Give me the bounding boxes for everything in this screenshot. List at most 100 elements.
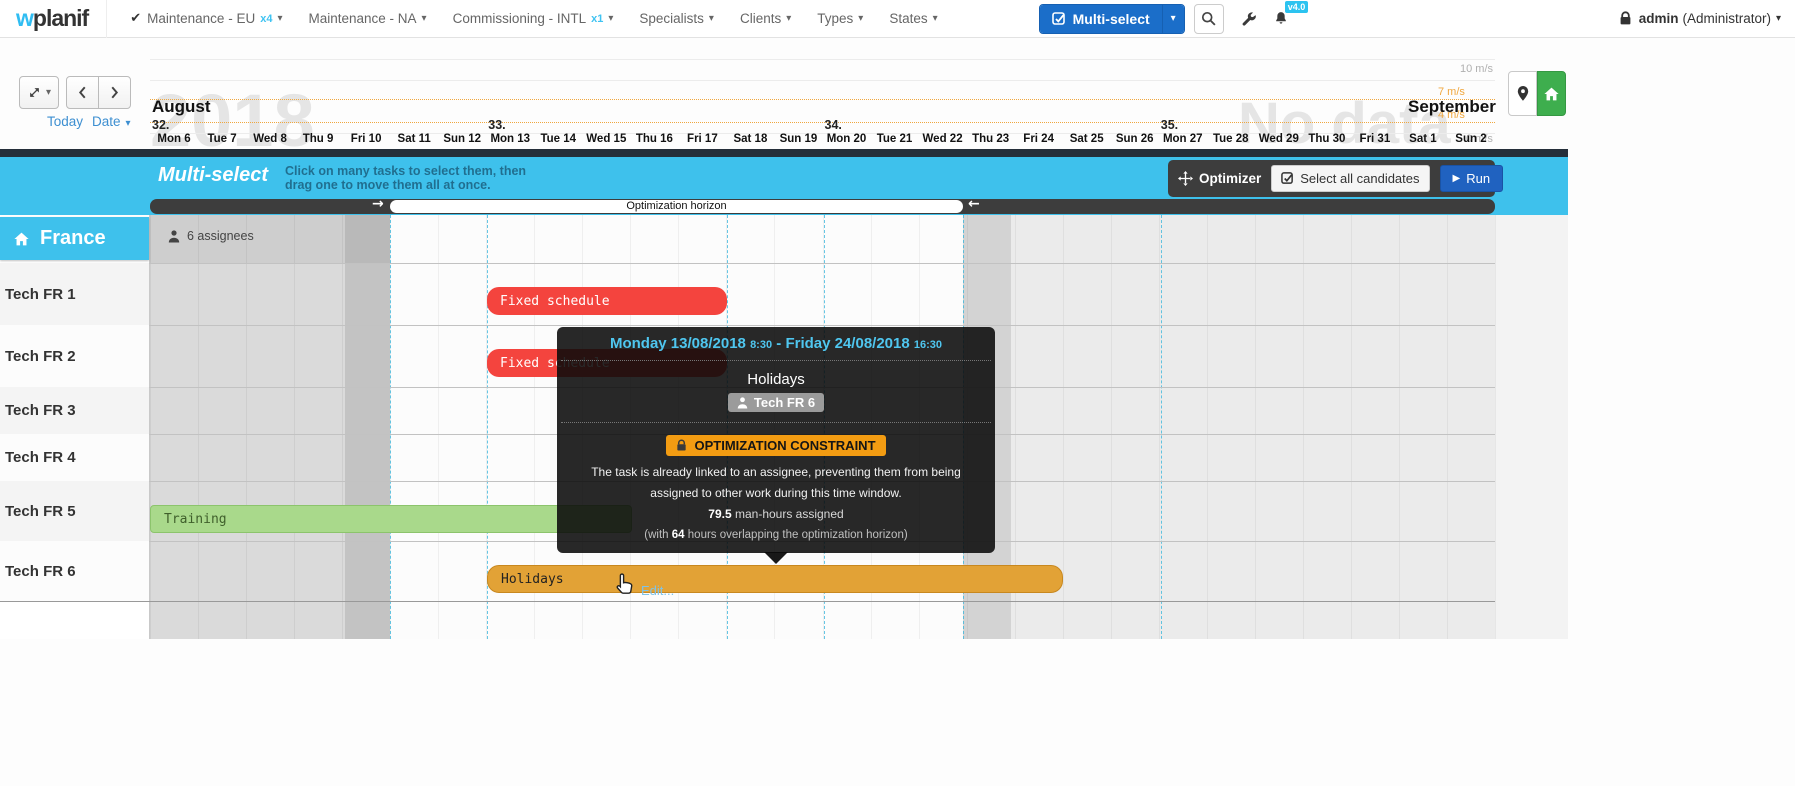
chevron-right-icon	[108, 85, 121, 100]
group-name: France	[40, 227, 106, 250]
optimization-constraint-badge: OPTIMIZATION CONSTRAINT	[666, 435, 885, 456]
search-icon	[1200, 10, 1217, 27]
day-header: Thu 16	[630, 133, 678, 145]
wind-speed-label: 10 m/s	[1460, 63, 1493, 75]
task-fixed-schedule[interactable]: Fixed schedule	[487, 287, 727, 315]
user-menu[interactable]: admin (Administrator) ▾	[1619, 11, 1781, 26]
task-holidays[interactable]: Holidays	[487, 565, 1063, 593]
logo-prefix: w	[16, 5, 33, 31]
day-gridline	[1111, 215, 1112, 639]
wind-threshold-line	[150, 122, 1495, 123]
chevron-down-icon: ▾	[933, 13, 938, 24]
nav-item-maintenance-na[interactable]: Maintenance - NA▾	[295, 0, 439, 38]
notifications-button[interactable]: v4.0	[1273, 10, 1289, 27]
grid-bottom-border	[0, 601, 1495, 602]
week-boundary-line	[390, 215, 391, 639]
week-number: 34.	[825, 118, 842, 132]
checkmark-icon: ✔	[130, 11, 141, 26]
row-label-tech-fr-1: Tech FR 1	[0, 263, 149, 325]
day-gridline	[1495, 215, 1496, 639]
logo-rest: planif	[33, 5, 88, 31]
week-number: 35.	[1161, 118, 1178, 132]
chevron-down-icon: ▾	[277, 13, 282, 24]
optimization-horizon-bar: → Optimization horizon ←	[150, 199, 1495, 214]
run-button[interactable]: ▶ Run	[1440, 165, 1504, 192]
wind-gridline	[150, 80, 1495, 81]
map-toggle-group	[1508, 71, 1566, 116]
timeline-header: 2018 No data 10 m/s7 m/s4 m/s0 m/s Augus…	[0, 38, 1795, 149]
today-link[interactable]: Today	[47, 114, 83, 129]
tooltip-assignee-badge: Tech FR 6	[728, 393, 824, 412]
nav-count-badge: x1	[591, 13, 603, 25]
nav-item-maintenance-eu[interactable]: ✔Maintenance - EUx4▾	[117, 0, 295, 38]
day-header: Mon 6	[150, 133, 198, 145]
row-divider	[0, 325, 1495, 326]
day-gridline	[1159, 215, 1160, 639]
prev-period-button[interactable]	[66, 76, 99, 109]
nav-item-types[interactable]: Types▾	[804, 0, 876, 38]
wind-gridline	[150, 59, 1495, 60]
month-label: August	[152, 97, 211, 117]
multi-select-caret[interactable]: ▾	[1162, 5, 1184, 33]
nav-item-specialists[interactable]: Specialists▾	[626, 0, 727, 38]
horizon-label: Optimization horizon	[626, 201, 726, 212]
month-label: September	[1408, 97, 1496, 117]
lock-icon	[1619, 11, 1632, 26]
day-header: Sat 1	[1399, 133, 1447, 145]
day-gridline	[1303, 215, 1304, 639]
version-badge: v4.0	[1285, 1, 1309, 13]
day-gridline	[1399, 215, 1400, 639]
group-header-france[interactable]: France	[0, 217, 149, 260]
home-view-button[interactable]	[1537, 71, 1566, 116]
banner-title: Multi-select	[158, 164, 268, 187]
assignees-count: 6 assignees	[168, 229, 254, 243]
day-gridline	[1351, 215, 1352, 639]
select-all-candidates-button[interactable]: Select all candidates	[1271, 165, 1429, 192]
date-link[interactable]: Date▾	[92, 114, 131, 129]
map-pin-icon	[1515, 85, 1531, 102]
edit-link[interactable]: Edit...	[641, 583, 674, 598]
optimizer-label: Optimizer	[1178, 171, 1261, 186]
day-header: Wed 29	[1255, 133, 1303, 145]
grid-shade-band	[1011, 215, 1495, 639]
optimization-horizon-pill[interactable]: Optimization horizon	[390, 200, 963, 213]
wind-threshold-line	[150, 99, 1495, 100]
zoom-range-button[interactable]: ▾	[19, 76, 59, 109]
horizon-start-arrow-icon: →	[372, 196, 384, 212]
main-stage: 2018 No data 10 m/s7 m/s4 m/s0 m/s Augus…	[0, 38, 1795, 786]
day-header: Sat 18	[726, 133, 774, 145]
day-gridline	[1207, 215, 1208, 639]
day-header: Fri 31	[1351, 133, 1399, 145]
day-header: Tue 28	[1207, 133, 1255, 145]
tooltip-arrow	[764, 552, 788, 564]
chevron-down-icon: ▾	[422, 13, 427, 24]
checkbox-check-icon	[1281, 172, 1294, 185]
chevron-down-icon: ▾	[46, 87, 51, 98]
search-button[interactable]	[1194, 4, 1224, 34]
app-logo[interactable]: wplanif	[0, 5, 106, 32]
multi-select-main[interactable]: Multi-select	[1040, 5, 1162, 33]
grid-shade-band	[150, 215, 345, 639]
tooltip-task-name: Holidays	[557, 371, 995, 388]
multi-select-button[interactable]: Multi-select ▾	[1039, 4, 1185, 34]
map-pin-button[interactable]	[1508, 71, 1537, 116]
nav-item-states[interactable]: States▾	[876, 0, 950, 38]
day-header: Thu 9	[294, 133, 342, 145]
wrench-icon	[1240, 10, 1257, 27]
nav-menu: ✔Maintenance - EUx4▾Maintenance - NA▾Com…	[117, 0, 950, 38]
row-label-tech-fr-2: Tech FR 2	[0, 325, 149, 387]
nav-item-clients[interactable]: Clients▾	[727, 0, 804, 38]
person-icon	[737, 397, 748, 409]
task-tooltip: Monday 13/08/2018 8:30 - Friday 24/08/20…	[557, 327, 995, 553]
day-header: Sun 26	[1111, 133, 1159, 145]
settings-button[interactable]	[1240, 10, 1257, 27]
day-header: Tue 7	[198, 133, 246, 145]
chevron-down-icon: ▾	[1776, 13, 1781, 24]
tooltip-separator	[561, 360, 991, 361]
nav-item-commissioning-intl[interactable]: Commissioning - INTLx1▾	[440, 0, 627, 38]
next-period-button[interactable]	[98, 76, 131, 109]
day-header: Sun 12	[438, 133, 486, 145]
user-role: (Administrator)	[1682, 11, 1771, 26]
row-label-tech-fr-3: Tech FR 3	[0, 387, 149, 434]
day-gridline	[150, 215, 151, 639]
